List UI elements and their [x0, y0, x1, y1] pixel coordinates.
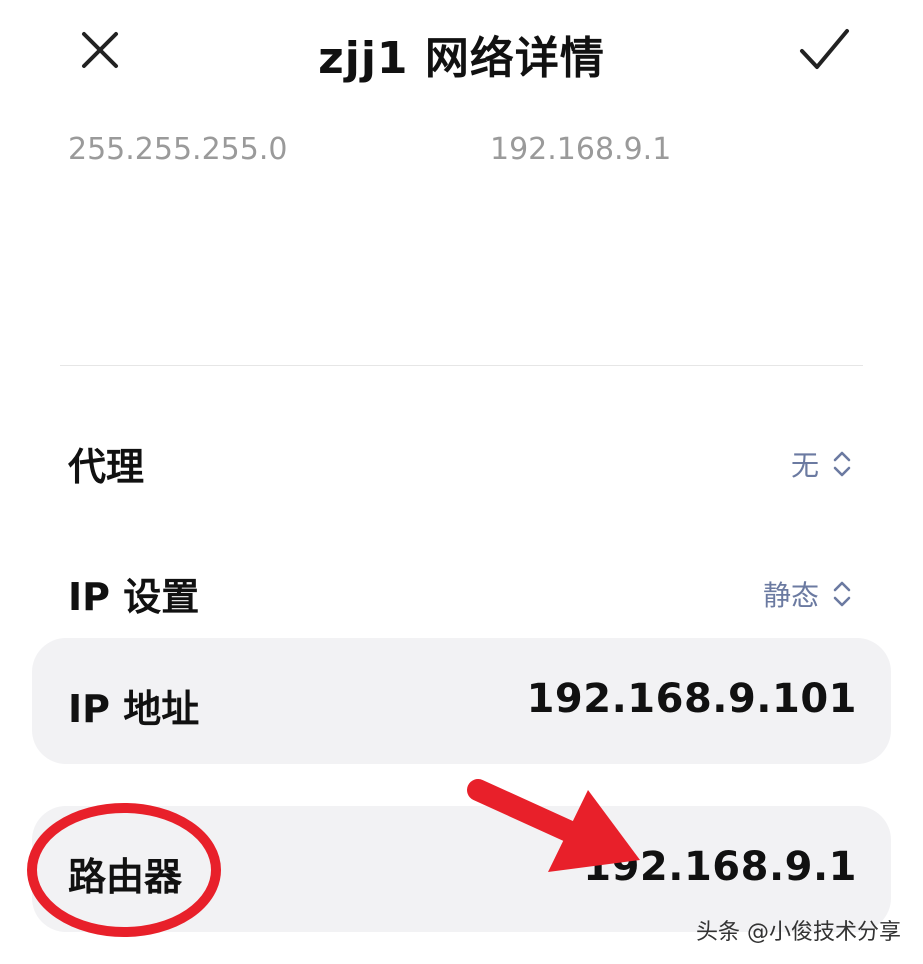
ip-address-field[interactable]: IP 地址 192.168.9.101	[32, 638, 891, 764]
page-title: zjj1 网络详情	[318, 33, 605, 84]
ip-settings-row[interactable]: IP 设置 静态	[0, 552, 923, 632]
subnet-mask-value: 255.255.255.0	[68, 132, 288, 167]
section-divider	[60, 365, 863, 366]
proxy-value: 无	[790, 449, 819, 482]
proxy-selector[interactable]: 无	[791, 444, 853, 484]
network-details-screen: zjj1 网络详情 255.255.255.0 192.168.9.1 代理 无…	[0, 0, 923, 964]
router-value[interactable]: 192.168.9.1	[583, 844, 857, 890]
confirm-button[interactable]	[792, 18, 856, 82]
router-label: 路由器	[68, 855, 183, 899]
ip-settings-label: IP 设置	[68, 575, 200, 619]
header-bar: zjj1 网络详情	[0, 0, 923, 110]
up-down-chevron-icon	[833, 451, 851, 477]
watermark-text: 头条 @小俊技术分享	[696, 920, 901, 945]
check-icon	[800, 29, 849, 69]
ip-address-label: IP 地址	[68, 687, 200, 731]
up-down-chevron-icon	[833, 581, 851, 607]
proxy-row[interactable]: 代理 无	[0, 422, 923, 502]
ip-settings-value: 静态	[762, 579, 819, 612]
proxy-label: 代理	[68, 445, 145, 489]
ip-address-value[interactable]: 192.168.9.101	[527, 676, 857, 722]
gateway-value: 192.168.9.1	[490, 132, 672, 167]
ip-settings-selector[interactable]: 静态	[763, 574, 853, 614]
